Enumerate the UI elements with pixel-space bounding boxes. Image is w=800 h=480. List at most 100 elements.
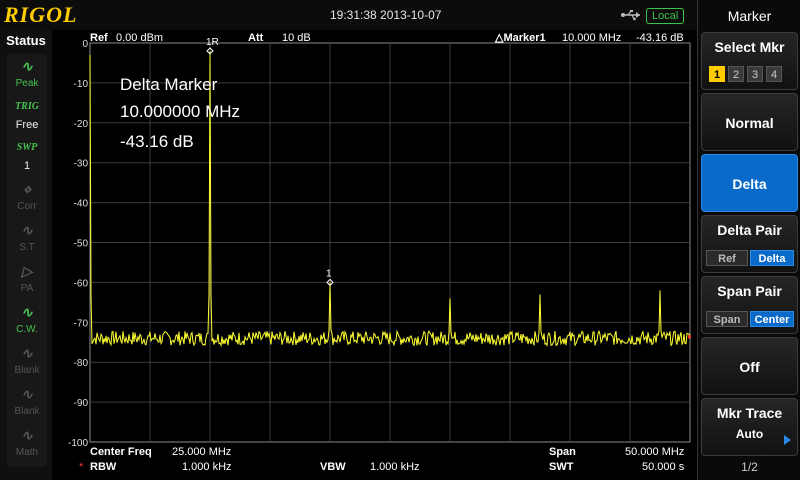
delta-pair-toggle: Ref Delta <box>706 249 794 266</box>
att-value: 10 dB <box>282 32 311 44</box>
status-label: C.W. <box>16 324 38 335</box>
att-label: Att <box>248 32 264 44</box>
corr-icon: ⋄ <box>22 181 32 197</box>
status-corr-button[interactable]: ⋄ Corr <box>7 177 47 221</box>
rigol-logo: RIGOL <box>4 2 78 27</box>
status-1-button[interactable]: SWP 1 <box>7 136 47 180</box>
delta-marker-label: 1R <box>206 37 219 48</box>
marker-2[interactable]: 2 <box>728 66 744 82</box>
sweep-icon: SWP <box>16 142 38 153</box>
status-label: Corr <box>17 201 37 212</box>
delta-button[interactable]: Delta <box>701 154 798 212</box>
off-button[interactable]: Off <box>701 337 798 395</box>
marker-readout-level: -43.16 dB <box>636 32 684 44</box>
swt-value: 50.000 s <box>642 461 685 473</box>
delta-marker-freq: 10.000000 MHz <box>120 102 240 121</box>
usb-icon <box>621 10 640 21</box>
arrow-right-icon <box>784 435 791 445</box>
delta-pair-label: Delta Pair <box>717 222 782 238</box>
y-tick-label: -40 <box>74 199 89 210</box>
span-pair-label: Span Pair <box>717 283 782 299</box>
status-label: PA <box>20 283 34 294</box>
delta-pair-delta[interactable]: Delta <box>750 250 794 266</box>
top-bar: RIGOL 19:31:38 2013-10-07 Local <box>0 0 697 30</box>
select-mkr-label: Select Mkr <box>714 39 785 55</box>
marker-3[interactable]: 3 <box>747 66 763 82</box>
delta-marker-level: -43.16 dB <box>120 132 194 151</box>
status-title: Status <box>6 33 46 48</box>
blank-icon: ∿ <box>21 386 33 402</box>
marker-number-row: 1234 <box>709 65 785 83</box>
blank-icon: ∿ <box>21 345 33 361</box>
ref-label: Ref <box>90 32 108 44</box>
rbw-value: 1.000 kHz <box>182 461 232 473</box>
span-pair-center[interactable]: Center <box>750 311 794 327</box>
select-mkr-button[interactable]: Select Mkr 1234 <box>701 32 798 90</box>
normal-label: Normal <box>725 115 774 131</box>
status-label: 1 <box>23 160 31 172</box>
y-tick-label: -70 <box>74 318 89 329</box>
vbw-value: 1.000 kHz <box>370 461 420 473</box>
rbw-label: RBW <box>90 461 117 473</box>
status-label: Peak <box>15 78 39 89</box>
delta-pair-ref[interactable]: Ref <box>706 250 748 266</box>
delta-marker-title: Delta Marker <box>120 75 218 94</box>
rbw-star: * <box>79 461 84 473</box>
mkr-trace-button[interactable]: Mkr Trace Auto <box>701 398 798 456</box>
status-label: Free <box>15 119 39 131</box>
cw-icon: ∿ <box>21 304 33 320</box>
st-icon: ∿ <box>21 222 33 238</box>
status-blank-button[interactable]: ∿ Blank <box>7 341 47 385</box>
status-label: Math <box>15 447 39 458</box>
menu-title: Marker <box>727 8 772 24</box>
status-peak-button[interactable]: ∿ Peak <box>7 54 47 98</box>
mkr-trace-value: Auto <box>735 427 764 441</box>
status-blank-button[interactable]: ∿ Blank <box>7 382 47 426</box>
normal-button[interactable]: Normal <box>701 93 798 151</box>
center-freq-value: 25.000 MHz <box>172 446 231 458</box>
span-pair-span[interactable]: Span <box>706 311 748 327</box>
swt-label: SWT <box>549 461 574 473</box>
y-tick-label: -50 <box>74 239 89 250</box>
spectrum-analyzer-screen: RIGOL 19:31:38 2013-10-07 Local Status ∿… <box>0 0 800 480</box>
marker-1[interactable]: 1 <box>709 66 725 82</box>
y-tick-label: -80 <box>74 358 89 369</box>
marker-readout-label: △Marker1 <box>494 32 546 44</box>
spectrum-plot-area: 0 -10 -20 -30 -40 -50 -60 -70 -80 -90 -100 1R 1 Ref… <box>52 30 697 480</box>
pa-icon: ▷ <box>21 263 33 279</box>
status-free-button[interactable]: TRIG Free <box>7 95 47 139</box>
marker-menu: Marker Select Mkr 1234 Normal Delta Delt… <box>697 0 800 480</box>
marker-readout-freq: 10.000 MHz <box>562 32 621 44</box>
status-math-button[interactable]: ∿ Math <box>7 423 47 467</box>
ref-value: 0.00 dBm <box>116 32 163 44</box>
date-time: 19:31:38 2013-10-07 <box>330 8 442 22</box>
status-s-t-button[interactable]: ∿ S.T <box>7 218 47 262</box>
mkr-trace-label: Mkr Trace <box>716 405 783 421</box>
page-indicator: 1/2 <box>741 460 758 474</box>
trig-icon: TRIG <box>15 101 39 112</box>
status-label: S.T <box>19 242 35 253</box>
spectrum-plot: 0 -10 -20 -30 -40 -50 -60 -70 -80 -90 -100 1R 1 Ref… <box>68 32 691 473</box>
local-badge[interactable]: Local <box>646 8 685 24</box>
span-pair-toggle: Span Center <box>706 310 794 327</box>
math-icon: ∿ <box>21 427 33 443</box>
status-label: Blank <box>14 406 40 417</box>
status-c-w-button[interactable]: ∿ C.W. <box>7 300 47 344</box>
status-pa-button[interactable]: ▷ PA <box>7 259 47 303</box>
status-panel: Status ∿ Peak TRIG Free SWP 1 ⋄ Corr ∿ S.T ▷ PA ∿ C.W… <box>0 30 52 480</box>
y-tick-label: -30 <box>74 159 89 170</box>
delta-pair-button[interactable]: Delta Pair Ref Delta <box>701 215 798 273</box>
y-tick-label: -100 <box>68 438 88 449</box>
span-value: 50.000 MHz <box>625 446 684 458</box>
center-freq-label: Center Freq <box>90 446 152 458</box>
y-tick-label: -20 <box>74 119 89 130</box>
peak-icon: ∿ <box>21 58 33 74</box>
span-pair-button[interactable]: Span Pair Span Center <box>701 276 798 334</box>
y-tick-label: 0 <box>82 39 88 50</box>
delta-label: Delta <box>732 176 767 192</box>
marker-4[interactable]: 4 <box>766 66 782 82</box>
status-label: Blank <box>14 365 40 376</box>
reference-tick <box>688 335 691 339</box>
y-tick-label: -10 <box>74 79 89 90</box>
span-label: Span <box>549 446 576 458</box>
